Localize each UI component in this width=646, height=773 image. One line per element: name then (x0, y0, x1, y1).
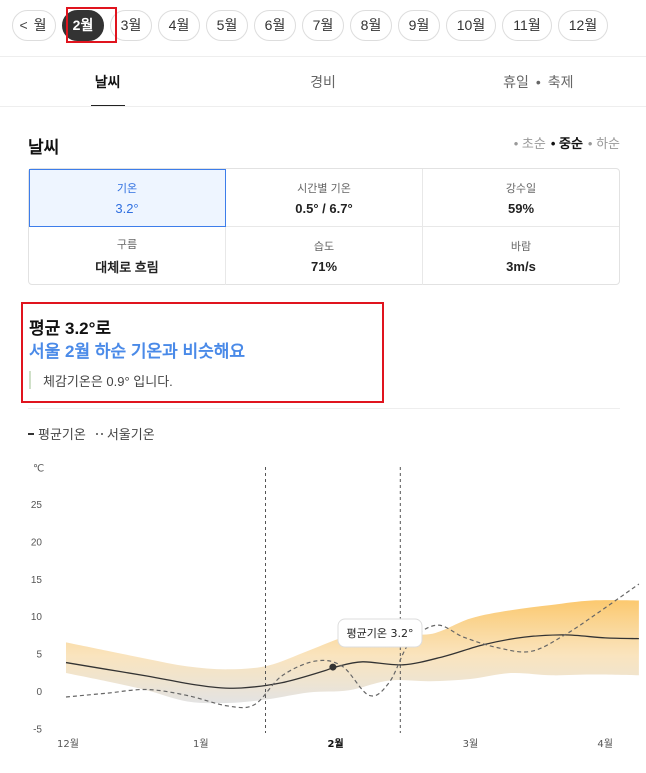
period-mid[interactable]: • 중순 (551, 133, 583, 152)
stat-value: 71% (310, 259, 338, 274)
month-pill-7[interactable]: 7월 (302, 9, 344, 41)
separator-dot: • (535, 74, 541, 90)
temperature-range-band (66, 600, 639, 704)
stat-value: 대체로 흐림 (95, 260, 159, 275)
y-axis-unit: ℃ (33, 464, 44, 475)
period-late[interactable]: • 하순 (588, 133, 620, 152)
month-pill-4[interactable]: 4월 (158, 9, 200, 41)
stat-precipitation[interactable]: 강수일 59% (423, 169, 619, 227)
month-prev-button[interactable]: < 월 (12, 9, 56, 41)
weather-stats-grid: 기온 3.2° 시간별 기온 0.5° / 6.7° 강수일 59% 구름 대체… (28, 168, 620, 285)
y-tick-label: 25 (31, 500, 43, 511)
tab-weather-label: 날씨 (94, 74, 121, 90)
legend-dash-swatch (95, 432, 103, 435)
stat-label: 강수일 (505, 182, 537, 195)
month-pill-12[interactable]: 12월 (558, 9, 608, 41)
stat-label: 바람 (510, 241, 532, 253)
month-pill-5[interactable]: 5월 (206, 9, 248, 41)
month-pill-9[interactable]: 9월 (398, 9, 440, 41)
month-prev-label: 월 (33, 17, 47, 33)
tab-expense-label: 경비 (310, 74, 336, 90)
stat-value: 3m/s (506, 259, 536, 274)
stat-humidity[interactable]: 습도 71% (226, 227, 423, 285)
summary-feels-like: 체감기온은 0.9° 입니다. (29, 371, 173, 389)
period-early[interactable]: • 초순 (514, 133, 546, 152)
period-selector: • 초순 • 중순 • 하순 (514, 133, 620, 152)
x-tick-label: 12월 (57, 738, 79, 750)
stat-hourly-temperature[interactable]: 시간별 기온 0.5° / 6.7° (226, 169, 423, 227)
y-tick-label: 5 (36, 650, 42, 661)
tab-weather[interactable]: 날씨 (0, 57, 215, 107)
legend-seoul: 서울기온 (95, 424, 155, 443)
month-pill-8[interactable]: 8월 (350, 9, 392, 41)
legend-solid-swatch (28, 432, 34, 435)
chart-legend: 평균기온 서울기온 (28, 424, 155, 443)
period-late-label: 하순 (596, 136, 620, 151)
temperature-chart: ℃ 25 20 15 10 5 0 -5 평균기온 3.2° 12월 1월 2월 3월 4월 (31, 464, 640, 750)
month-pill-10[interactable]: 10월 (446, 9, 496, 41)
legend-seoul-label: 서울기온 (106, 427, 155, 442)
tab-expense[interactable]: 경비 (215, 57, 430, 107)
summary-comparison: 서울 2월 하순 기온과 비슷해요 (29, 342, 246, 361)
tab-holiday-festival[interactable]: 휴일 • 축제 (431, 57, 646, 107)
y-tick-label: 15 (31, 575, 43, 586)
x-tick-label: 4월 (597, 738, 613, 750)
period-mid-label: 중순 (558, 136, 583, 151)
stat-label: 시간별 기온 (297, 182, 351, 195)
chevron-left-icon: < (19, 17, 28, 33)
legend-avg-label: 평균기온 (38, 427, 86, 442)
x-tick-label: 3월 (463, 738, 479, 750)
x-tick-label: 1월 (193, 738, 209, 750)
stat-label: 기온 (116, 182, 138, 195)
summary-average: 평균 3.2°로 (29, 319, 112, 338)
stat-label: 습도 (313, 241, 335, 253)
stat-temperature[interactable]: 기온 3.2° (29, 169, 226, 227)
month-pill-6[interactable]: 6월 (254, 9, 296, 41)
stat-value: 0.5° / 6.7° (295, 200, 353, 216)
divider (28, 408, 620, 409)
tab-festival-label: 축제 (547, 74, 574, 90)
y-tick-label: -5 (33, 724, 42, 735)
legend-avg: 평균기온 (28, 424, 86, 443)
tab-holiday-label: 휴일 (503, 74, 529, 90)
tooltip-label: 평균기온 3.2° (347, 627, 414, 640)
y-tick-label: 10 (31, 612, 43, 623)
period-early-label: 초순 (521, 136, 546, 151)
x-tick-label: 2월 (328, 738, 344, 750)
divider (0, 106, 646, 107)
data-point-marker (329, 663, 337, 671)
y-tick-label: 0 (36, 687, 42, 698)
stat-value: 59% (507, 200, 535, 216)
stat-wind[interactable]: 바람 3m/s (423, 227, 619, 285)
y-tick-label: 20 (31, 537, 43, 548)
stat-label: 구름 (116, 239, 138, 251)
stat-value: 3.2° (115, 200, 139, 216)
tab-bar: 날씨 경비 휴일 • 축제 (0, 57, 646, 107)
section-title: 날씨 (28, 138, 60, 157)
month-pill-11[interactable]: 11월 (502, 9, 552, 41)
stat-cloud[interactable]: 구름 대체로 흐림 (29, 227, 226, 285)
selected-month-highlight (66, 7, 117, 43)
